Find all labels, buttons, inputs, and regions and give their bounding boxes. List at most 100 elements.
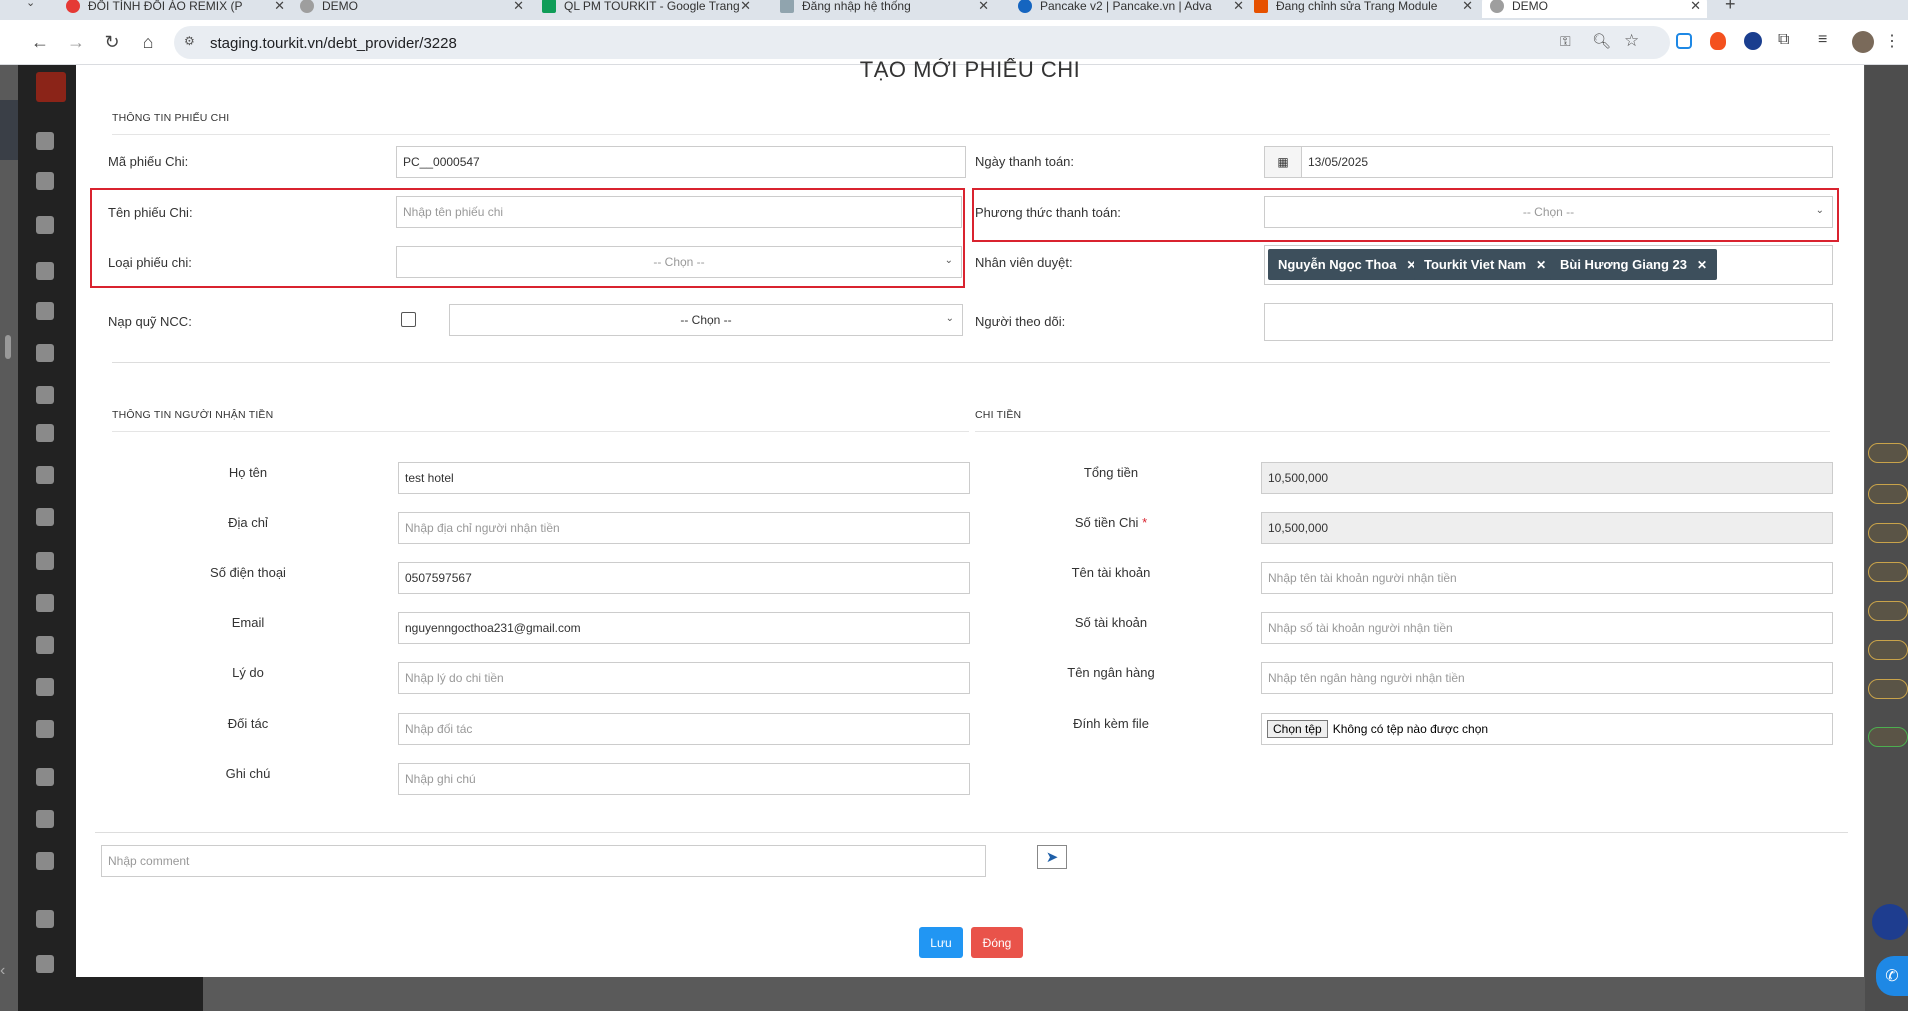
save-button[interactable]: Lưu <box>919 927 963 958</box>
nap-quy-checkbox[interactable] <box>401 312 416 327</box>
approver-tag: Nguyễn Ngọc Thoa ✕ <box>1268 249 1427 280</box>
close-icon[interactable]: ✕ <box>1233 0 1244 14</box>
choose-file-button[interactable]: Chọn tệp <box>1267 720 1328 738</box>
calendar-icon[interactable]: ▦ <box>1264 146 1302 178</box>
sidebar-menu-icon[interactable] <box>36 424 54 442</box>
back-arrow-icon[interactable]: ← <box>26 28 54 56</box>
tong-tien-input[interactable]: 10,500,000 <box>1261 462 1833 494</box>
sidebar-menu-icon[interactable] <box>36 302 54 320</box>
extension-hex-icon[interactable] <box>1676 33 1692 49</box>
ma-phieu-input[interactable]: PC__0000547 <box>396 146 966 178</box>
browser-tab-6[interactable]: Đang chỉnh sửa Trang Module ✕ <box>1254 0 1479 18</box>
home-icon[interactable] <box>36 172 54 190</box>
send-icon[interactable]: ➤ <box>1037 845 1067 869</box>
comment-textarea[interactable]: Nhập comment <box>101 845 986 877</box>
sidebar-menu-icon[interactable] <box>36 262 54 280</box>
status-badge <box>1868 562 1908 582</box>
dia-chi-label: Địa chỉ <box>228 515 268 530</box>
sidebar-menu-icon[interactable] <box>36 216 54 234</box>
so-tien-chi-input[interactable]: 10,500,000 <box>1261 512 1833 544</box>
browser-tab-3[interactable]: QL PM TOURKIT - Google Trang ✕ <box>542 0 757 18</box>
forward-arrow-icon[interactable]: → <box>62 28 90 56</box>
zoom-icon[interactable]: 🔍︎ <box>1592 32 1611 50</box>
visa-icon[interactable] <box>36 594 54 612</box>
doi-tac-input[interactable]: Nhập đối tác <box>398 713 970 745</box>
close-icon[interactable]: ✕ <box>740 0 751 14</box>
key-icon[interactable]: ⚿ <box>1560 33 1571 50</box>
ly-do-input[interactable]: Nhập lý do chi tiền <box>398 662 970 694</box>
profile-avatar[interactable] <box>1852 31 1874 53</box>
nguoi-theo-doi-input[interactable] <box>1264 303 1833 341</box>
site-settings-icon[interactable]: ⚙ <box>184 34 195 48</box>
media-queue-icon[interactable]: ≡ <box>1818 31 1827 49</box>
menu-kebab-icon[interactable]: ⋮ <box>1884 31 1900 51</box>
ten-phieu-label: Tên phiếu Chi: <box>108 205 193 220</box>
sidebar-menu-icon[interactable] <box>36 508 54 526</box>
vpn-extension-icon[interactable] <box>1744 32 1762 50</box>
browser-tab-2[interactable]: DEMO ✕ <box>300 0 530 18</box>
sidebar-menu-icon[interactable] <box>36 344 54 362</box>
close-icon[interactable]: ✕ <box>978 0 989 14</box>
sidebar-menu-icon[interactable] <box>36 768 54 786</box>
so-tai-khoan-label: Số tài khoản <box>1074 615 1148 630</box>
approver-tag: Bùi Hương Giang 23 ✕ <box>1550 249 1718 280</box>
chevron-down-icon: ⌄ <box>944 255 953 266</box>
gear-icon[interactable] <box>36 810 54 828</box>
fire-extension-icon[interactable] <box>1710 32 1726 50</box>
browser-tab-5[interactable]: Pancake v2 | Pancake.vn | Adva ✕ <box>1018 0 1250 18</box>
chat-icon[interactable] <box>36 720 54 738</box>
star-bookmark-icon[interactable]: ☆ <box>1624 31 1639 51</box>
ten-phieu-input[interactable]: Nhập tên phiếu chi <box>396 196 962 228</box>
so-dien-thoai-input[interactable]: 0507597567 <box>398 562 970 594</box>
remove-tag-icon[interactable]: ✕ <box>1697 258 1707 272</box>
module-favicon-icon <box>1254 0 1268 13</box>
puzzle-extensions-icon[interactable]: ⧉ <box>1778 31 1789 49</box>
sidebar-menu-icon[interactable] <box>36 132 54 150</box>
close-icon[interactable]: ✕ <box>274 0 285 14</box>
email-input[interactable]: nguyenngocthoa231@gmail.com <box>398 612 970 644</box>
phuong-thuc-tt-label: Phương thức thanh toán: <box>975 205 1121 220</box>
close-icon[interactable]: ✕ <box>513 0 524 14</box>
remove-tag-icon[interactable]: ✕ <box>1536 258 1546 272</box>
calendar-widget-icon[interactable] <box>1872 904 1908 940</box>
browser-tab-1[interactable]: ĐỐI TÌNH ĐỐI ÁO REMIX (P ✕ <box>66 0 291 18</box>
tab-title: QL PM TOURKIT - Google Trang <box>564 0 740 13</box>
close-icon[interactable]: ✕ <box>1462 0 1473 14</box>
close-button[interactable]: Đóng <box>971 927 1023 958</box>
tab-search-chevron-icon[interactable]: ⌄ <box>26 0 35 9</box>
ngay-thanh-toan-input[interactable]: 13/05/2025 <box>1301 146 1833 178</box>
nap-quy-label: Nạp quỹ NCC: <box>108 314 192 329</box>
sidebar-menu-icon[interactable] <box>36 910 54 928</box>
loai-phieu-select[interactable]: -- Chọn -- ⌄ <box>396 246 962 278</box>
section-header-recipient: THÔNG TIN NGƯỜI NHẬN TIỀN <box>112 409 274 421</box>
calendar-icon[interactable] <box>36 852 54 870</box>
ho-ten-input[interactable]: test hotel <box>398 462 970 494</box>
sidebar-menu-icon[interactable] <box>36 466 54 484</box>
sidebar-menu-icon[interactable] <box>36 386 54 404</box>
url-text[interactable]: staging.tourkit.vn/debt_provider/3228 <box>210 35 457 52</box>
phuong-thuc-tt-select[interactable]: -- Chọn -- ⌄ <box>1264 196 1833 228</box>
scroll-handle[interactable] <box>5 335 11 359</box>
sidebar-menu-icon[interactable] <box>36 955 54 973</box>
browser-tab-4[interactable]: Đăng nhập hệ thống ✕ <box>780 0 995 18</box>
dia-chi-input[interactable]: Nhập địa chỉ người nhận tiền <box>398 512 970 544</box>
user-icon[interactable] <box>36 636 54 654</box>
divider <box>112 134 1830 135</box>
nap-quy-select[interactable]: -- Chọn -- ⌄ <box>449 304 963 336</box>
browser-tab-active[interactable]: DEMO ✕ <box>1482 0 1707 18</box>
bus-icon[interactable] <box>36 678 54 696</box>
phone-call-icon[interactable]: ✆ <box>1876 956 1908 996</box>
home-icon[interactable]: ⌂ <box>134 28 162 56</box>
collapse-chevron-icon[interactable]: ‹ <box>0 962 14 980</box>
ten-ngan-hang-input[interactable]: Nhập tên ngân hàng người nhận tiền <box>1261 662 1833 694</box>
so-tai-khoan-input[interactable]: Nhập số tài khoản người nhận tiền <box>1261 612 1833 644</box>
ghi-chu-textarea[interactable]: Nhập ghi chú <box>398 763 970 795</box>
plane-icon[interactable] <box>36 552 54 570</box>
pancake-favicon-icon <box>1018 0 1032 13</box>
close-icon[interactable]: ✕ <box>1690 0 1701 14</box>
music-favicon-icon <box>66 0 80 13</box>
reload-icon[interactable]: ↻ <box>98 28 126 56</box>
ten-tai-khoan-input[interactable]: Nhập tên tài khoản người nhận tiền <box>1261 562 1833 594</box>
divider <box>112 431 969 432</box>
new-tab-plus-icon[interactable]: + <box>1725 0 1736 15</box>
